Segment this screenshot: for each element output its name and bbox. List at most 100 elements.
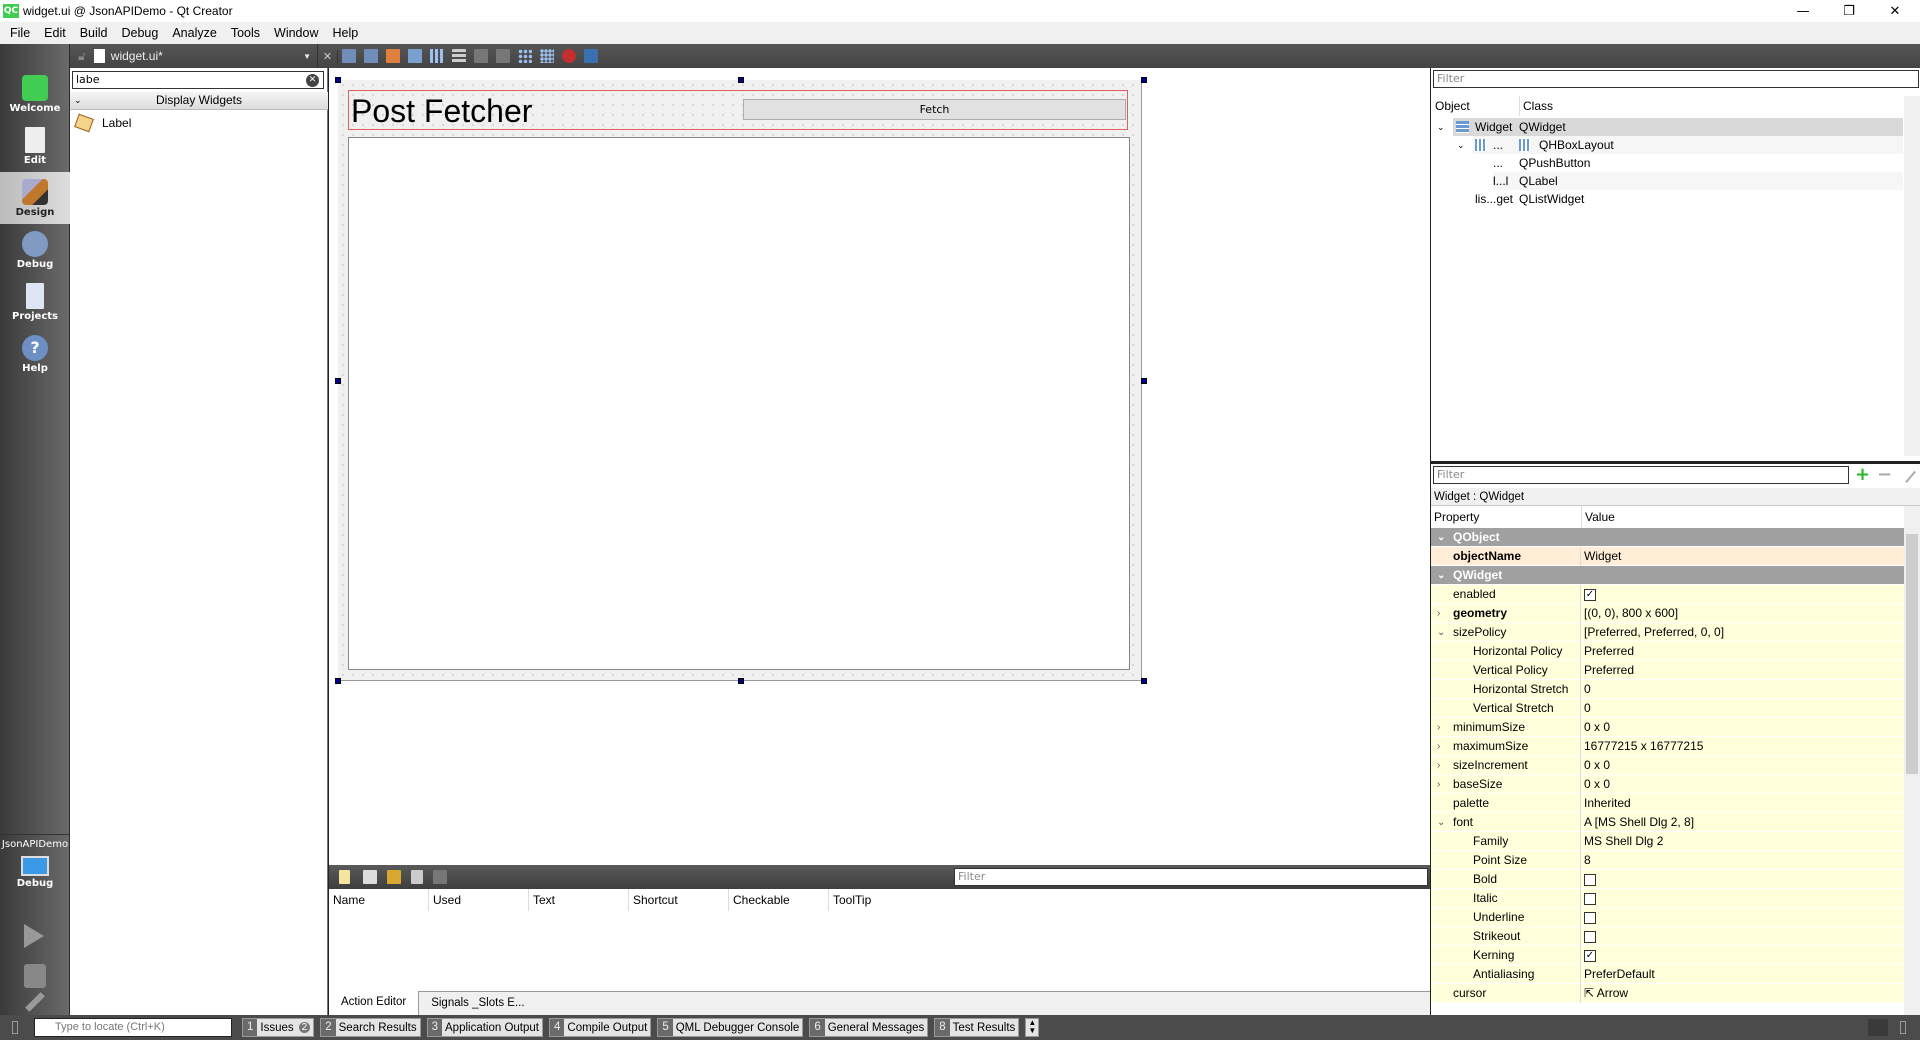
property-checkbox[interactable]: ✓ [1584,585,1596,604]
widget-item-label[interactable]: Label [74,112,131,134]
layout-grid-icon[interactable] [540,49,554,63]
col-text[interactable]: Text [529,889,629,911]
tree-row-pushbutton[interactable]: ... QPushButton [1493,154,1903,172]
close-button[interactable]: ✕ [1872,0,1918,22]
resize-handle[interactable] [1141,77,1147,83]
pane-button-issues[interactable]: 1 Issues 2 [242,1018,315,1037]
edit-tab-order-icon[interactable] [408,49,422,63]
close-document-icon[interactable]: ✕ [318,49,338,63]
form-widget[interactable]: Post Fetcher Fetch [338,80,1142,681]
mode-debug[interactable]: Debug [0,224,70,276]
add-dynamic-property-icon[interactable]: + [1855,464,1870,485]
property-value[interactable]: 0 x 0 [1584,756,1610,775]
pane-button-qml-debugger-console[interactable]: 5 QML Debugger Console [657,1018,804,1037]
property-value[interactable]: 8 [1584,851,1591,870]
checkbox-checked[interactable]: ✓ [1584,588,1596,601]
checkbox-unchecked[interactable] [1584,873,1596,886]
col-used[interactable]: Used [429,889,529,911]
mode-design[interactable]: Design [0,172,70,224]
configure-wrench-icon[interactable] [1896,463,1916,483]
property-row-font[interactable]: ⌄ font A [MS Shell Dlg 2, 8] [1431,813,1904,832]
property-row-sizeincrement[interactable]: › sizeIncrement 0 x 0 [1431,756,1904,775]
copy-action-icon[interactable] [363,870,377,884]
pane-button-compile-output[interactable]: 4 Compile Output [549,1018,652,1037]
property-row-qwidget[interactable]: ⌄ QWidget [1431,566,1904,585]
menu-file[interactable]: File [3,26,37,40]
property-checkbox[interactable] [1584,927,1596,946]
checkbox-unchecked[interactable] [1584,930,1596,943]
minimize-button[interactable]: — [1780,0,1826,22]
col-tooltip[interactable]: ToolTip [829,889,1029,911]
horizontal-layout[interactable]: Post Fetcher Fetch [348,90,1128,130]
property-row-minimumsize[interactable]: › minimumSize 0 x 0 [1431,718,1904,737]
post-fetcher-label[interactable]: Post Fetcher [351,93,532,130]
property-value[interactable]: 0 [1584,680,1591,699]
widget-filter-input[interactable]: labe ✕ [72,71,324,89]
property-row-qobject[interactable]: ⌄ QObject [1431,528,1904,547]
list-widget[interactable] [348,137,1130,670]
col-class[interactable]: Class [1519,96,1553,116]
checkbox-unchecked[interactable] [1584,892,1596,905]
resize-handle[interactable] [1141,678,1147,684]
paste-action-icon[interactable] [387,870,401,884]
resize-handle[interactable] [738,678,744,684]
pane-button-test-results[interactable]: 8 Test Results [934,1018,1020,1037]
col-object[interactable]: Object [1435,99,1470,113]
category-display-widgets[interactable]: ⌄ Display Widgets [70,92,328,110]
run-icon[interactable] [24,924,44,948]
restore-button[interactable]: ❐ [1826,0,1872,22]
property-value[interactable]: [Preferred, Preferred, 0, 0] [1584,623,1724,642]
menu-edit[interactable]: Edit [37,26,73,40]
edit-widgets-icon[interactable] [342,49,356,63]
property-row-sizepolicy[interactable]: ⌄ sizePolicy [Preferred, Preferred, 0, 0] [1431,623,1904,642]
progress-details-icon[interactable] [1868,1019,1888,1036]
layout-v-splitter-icon[interactable] [496,49,510,63]
col-checkable[interactable]: Checkable [729,889,829,911]
property-value[interactable]: Widget [1584,547,1621,566]
tab-action-editor[interactable]: Action Editor [329,991,420,1015]
object-inspector-scrollbar[interactable] [1904,96,1920,456]
tree-row-label[interactable]: l...l QLabel [1493,172,1903,190]
property-row-italic[interactable]: Italic [1431,889,1904,908]
layout-horizontal-icon[interactable] [430,49,444,63]
build-hammer-icon[interactable] [25,992,45,1012]
property-row-underline[interactable]: Underline [1431,908,1904,927]
property-row-horizontal-policy[interactable]: Horizontal Policy Preferred [1431,642,1904,661]
property-value[interactable]: Inherited [1584,794,1631,813]
property-row-basesize[interactable]: › baseSize 0 x 0 [1431,775,1904,794]
property-row-kerning[interactable]: Kerning ✓ [1431,946,1904,965]
property-value[interactable]: Preferred [1584,661,1634,680]
property-value[interactable]: A [MS Shell Dlg 2, 8] [1584,813,1694,832]
property-row-strikeout[interactable]: Strikeout [1431,927,1904,946]
mode-help[interactable]: ? Help [0,328,70,380]
property-row-vertical-policy[interactable]: Vertical Policy Preferred [1431,661,1904,680]
menu-tools[interactable]: Tools [224,26,267,40]
property-checkbox[interactable] [1584,889,1596,908]
clear-filter-icon[interactable]: ✕ [306,74,319,87]
start-debugging-icon[interactable] [24,964,46,988]
splitter[interactable] [1431,461,1920,464]
checkbox-unchecked[interactable] [1584,911,1596,924]
resize-handle[interactable] [335,678,341,684]
pane-scroll-arrows-icon[interactable]: ▲ ▼ [1025,1018,1040,1037]
menu-window[interactable]: Window [267,26,325,40]
col-shortcut[interactable]: Shortcut [629,889,729,911]
property-row-horizontal-stretch[interactable]: Horizontal Stretch 0 [1431,680,1904,699]
layout-form-icon[interactable] [518,49,532,63]
configure-wrench-icon[interactable] [433,870,447,884]
property-row-bold[interactable]: Bold [1431,870,1904,889]
checkbox-checked[interactable]: ✓ [1584,949,1596,962]
edit-buddies-icon[interactable] [386,49,400,63]
locator-input[interactable]: Type to locate (Ctrl+K) [34,1018,232,1037]
property-row-geometry[interactable]: › geometry [(0, 0), 800 x 600] [1431,604,1904,623]
property-value[interactable]: Preferred [1584,642,1634,661]
property-filter-input[interactable]: Filter [1433,466,1849,484]
break-layout-icon[interactable] [562,49,576,63]
property-row-objectname[interactable]: objectName Widget [1431,547,1904,566]
toggle-sidebar-icon[interactable] [12,1021,18,1034]
tab-signals-slots-editor[interactable]: Signals _Slots E... [419,992,536,1015]
resize-handle[interactable] [335,77,341,83]
scrollbar-thumb[interactable] [1906,534,1918,774]
remove-dynamic-property-icon[interactable]: − [1877,464,1892,485]
property-row-maximumsize[interactable]: › maximumSize 16777215 x 16777215 [1431,737,1904,756]
